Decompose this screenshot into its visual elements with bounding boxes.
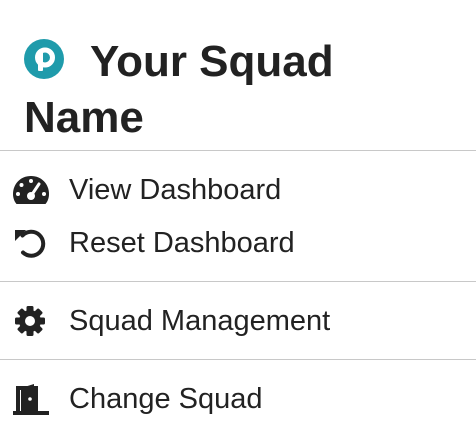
reset-dashboard-label: Reset Dashboard — [69, 227, 295, 259]
dashboard-gauge-icon — [13, 176, 49, 204]
change-squad-menu-item[interactable]: Change Squad — [0, 375, 476, 423]
squad-management-menu-item[interactable]: Squad Management — [0, 297, 476, 345]
reset-dashboard-menu-item[interactable]: Reset Dashboard — [0, 219, 476, 267]
squad-header: Your Squad Name — [0, 0, 476, 150]
reset-undo-icon — [15, 229, 46, 258]
menu-divider — [0, 150, 476, 151]
gear-icon — [15, 306, 45, 336]
door-exit-icon — [13, 384, 49, 415]
change-squad-label: Change Squad — [69, 383, 263, 415]
view-dashboard-menu-item[interactable]: View Dashboard — [0, 166, 476, 214]
menu-divider — [0, 359, 476, 360]
squad-name-title: Your Squad Name — [24, 37, 334, 142]
view-dashboard-label: View Dashboard — [69, 174, 282, 206]
squad-management-label: Squad Management — [69, 305, 331, 337]
menu-divider — [0, 281, 476, 282]
